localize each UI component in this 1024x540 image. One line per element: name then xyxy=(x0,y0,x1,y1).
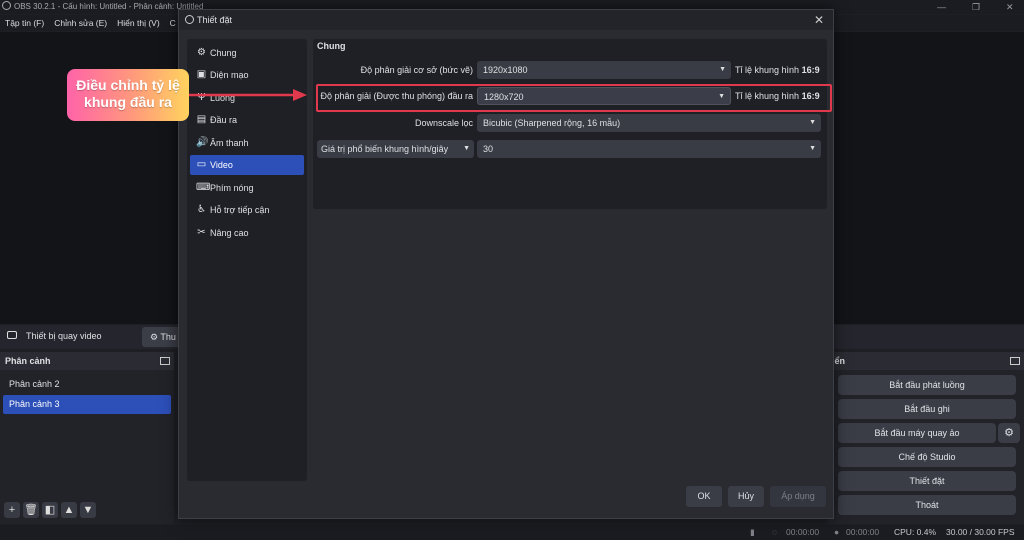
annotation-line-2: khung đầu ra xyxy=(84,94,172,110)
popout-icon[interactable] xyxy=(1010,357,1020,365)
fps-type-combo[interactable]: Giá trị phổ biến khung hình/giây ▼ xyxy=(317,140,474,158)
move-down-icon[interactable]: ▼ xyxy=(80,502,96,518)
appearance-icon: ▣ xyxy=(196,69,207,80)
ok-button[interactable]: OK xyxy=(686,486,722,507)
sidebar-item-general[interactable]: ⚙ Chung xyxy=(190,43,304,63)
scene-item-selected[interactable]: Phân cảnh 3 xyxy=(3,395,171,414)
stream-time: 00:00:00 xyxy=(786,527,820,537)
settings-sidebar: ⚙ Chung ▣ Diện mạo Ψ Luồng ▤ Đầu ra 🔊 Âm than… xyxy=(187,39,307,481)
settings-dialog: Thiết đặt ✕ ⚙ Chung ▣ Diện mạo Ψ Luồng ▤ Đầu… xyxy=(178,9,834,519)
obs-logo-icon xyxy=(2,1,11,10)
properties-button[interactable]: ⚙ Thu xyxy=(142,327,182,347)
downscale-filter-label: Downscale lọc xyxy=(414,118,473,128)
highlight-box xyxy=(316,84,832,112)
base-resolution-label: Độ phân giải cơ sở (bức vẽ) xyxy=(360,65,473,75)
remove-scene-icon[interactable]: 🗑 xyxy=(23,502,39,518)
annotation-callout: Điều chỉnh tỷ lệ khung đầu ra xyxy=(67,69,189,121)
chevron-down-icon: ▼ xyxy=(809,145,816,152)
exit-button[interactable]: Thoát xyxy=(838,495,1016,515)
accessibility-icon: ♿ xyxy=(197,204,206,215)
controls-header: iển xyxy=(828,352,1024,370)
scenes-dock: Phân cảnh Phân cảnh 2 Phân cảnh 3 + 🗑 ◧ ▲ ▼ xyxy=(0,352,174,524)
move-up-icon[interactable]: ▲ xyxy=(61,502,77,518)
menu-view[interactable]: Hiển thị (V) xyxy=(117,15,160,31)
chevron-down-icon: ▼ xyxy=(809,119,816,126)
signal-icon: ▮ xyxy=(750,527,755,537)
sidebar-item-advanced[interactable]: ✂ Nâng cao xyxy=(190,223,304,243)
sidebar-item-hotkeys[interactable]: ⌨ Phím nóng xyxy=(190,178,304,198)
scenes-header: Phân cảnh xyxy=(0,352,174,370)
camera-icon xyxy=(7,331,17,339)
obs-logo-icon xyxy=(185,15,194,24)
base-aspect-ratio: Tỉ lệ khung hình 16:9 xyxy=(735,65,820,75)
annotation-arrow xyxy=(189,89,307,101)
settings-button[interactable]: Thiết đặt xyxy=(838,471,1016,491)
stream-status-icon: ◌ xyxy=(772,527,778,537)
sidebar-item-video[interactable]: ▭ Video xyxy=(190,155,304,175)
dialog-title: Thiết đặt xyxy=(197,15,233,25)
chevron-down-icon: ▼ xyxy=(719,66,726,73)
dialog-title-bar: Thiết đặt ✕ xyxy=(179,10,833,30)
scene-tools: + 🗑 ◧ ▲ ▼ xyxy=(4,502,99,518)
base-resolution-combo[interactable]: 1920x1080 ▼ xyxy=(477,61,731,79)
apply-button[interactable]: Áp dụng xyxy=(770,486,826,507)
cpu-usage: CPU: 0.4% xyxy=(894,527,937,537)
window-title: OBS 30.2.1 - Cấu hình: Untitled - Phân c… xyxy=(14,2,204,11)
downscale-filter-combo[interactable]: Bicubic (Sharpened rộng, 16 mẫu) ▼ xyxy=(477,114,821,132)
fps-readout: 30.00 / 30.00 FPS xyxy=(946,527,1015,537)
status-bar: ▮ ◌ 00:00:00 ● 00:00:00 CPU: 0.4% 30.00 … xyxy=(0,525,1024,540)
chevron-down-icon: ▼ xyxy=(463,145,470,152)
cancel-button[interactable]: Hủy xyxy=(728,486,764,507)
fps-value-combo[interactable]: 30 ▼ xyxy=(477,140,821,158)
start-recording-button[interactable]: Bắt đầu ghi xyxy=(838,399,1016,419)
sidebar-item-output[interactable]: ▤ Đầu ra xyxy=(190,110,304,130)
menu-edit[interactable]: Chỉnh sửa (E) xyxy=(54,15,107,31)
start-streaming-button[interactable]: Bắt đầu phát luồng xyxy=(838,375,1016,395)
monitor-icon: ▭ xyxy=(196,159,207,170)
source-label: Thiết bị quay video xyxy=(26,331,102,341)
record-status-icon: ● xyxy=(834,527,840,537)
add-scene-icon[interactable]: + xyxy=(4,502,20,518)
popout-icon[interactable] xyxy=(160,357,170,365)
start-virtual-camera-button[interactable]: Bắt đầu máy quay ảo xyxy=(838,423,996,443)
close-window-icon[interactable]: ✕ xyxy=(1006,0,1014,14)
menu-partial[interactable]: C xyxy=(170,15,176,31)
sidebar-item-audio[interactable]: 🔊 Âm thanh xyxy=(190,133,304,153)
gear-icon: ⚙ xyxy=(197,47,206,58)
record-time: 00:00:00 xyxy=(846,527,880,537)
virtual-camera-settings-icon[interactable]: ⚙ xyxy=(998,423,1020,443)
speaker-icon: 🔊 xyxy=(196,137,209,148)
controls-dock: iển Bắt đầu phát luồng Bắt đầu ghi Bắt đ… xyxy=(828,352,1024,524)
scene-item[interactable]: Phân cảnh 2 xyxy=(3,375,171,394)
tools-icon: ✂ xyxy=(197,227,206,238)
annotation-line-1: Điều chỉnh tỷ lệ xyxy=(76,77,180,93)
restore-icon[interactable]: ❐ xyxy=(972,0,980,14)
minimize-icon[interactable]: — xyxy=(937,0,946,14)
sidebar-item-accessibility[interactable]: ♿ Hỗ trợ tiếp cận xyxy=(190,200,304,220)
output-icon: ▤ xyxy=(196,114,207,125)
keyboard-icon: ⌨ xyxy=(196,182,211,193)
video-settings-panel: Chung Độ phân giải cơ sở (bức vẽ) 1920x1… xyxy=(313,39,827,209)
scene-filter-icon[interactable]: ◧ xyxy=(42,502,58,518)
menu-file[interactable]: Tập tin (F) xyxy=(5,15,44,31)
studio-mode-button[interactable]: Chế độ Studio xyxy=(838,447,1016,467)
sidebar-item-appearance[interactable]: ▣ Diện mạo xyxy=(190,65,304,85)
close-icon[interactable]: ✕ xyxy=(814,10,824,30)
panel-title: Chung xyxy=(317,41,346,51)
